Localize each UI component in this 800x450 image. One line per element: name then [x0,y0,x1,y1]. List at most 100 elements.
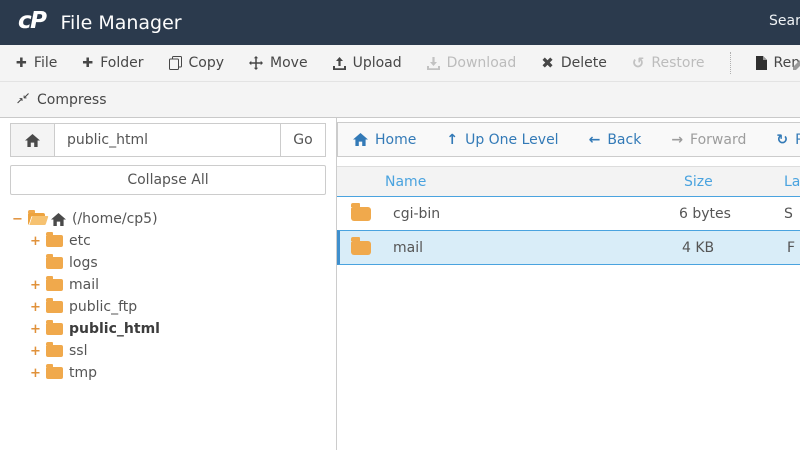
home-path-button[interactable] [10,123,55,157]
folder-icon [46,364,63,379]
home-icon [25,133,40,147]
tree-item-mail[interactable]: + mail [0,274,336,296]
expand-icon[interactable]: + [30,279,41,292]
navigation-toolbar: Home ↑ Up One Level ← Back → Forward ↻ R… [337,122,800,157]
folder-icon [46,320,63,335]
plus-icon: ✚ [82,55,94,71]
folder-icon [46,276,63,291]
go-button[interactable]: Go [281,123,326,157]
forward-arrow-icon: → [671,131,684,148]
content-area: Go Collapse All − (/home/cp5) + etc logs [0,118,800,450]
tree-item-label-selected[interactable]: public_html [69,321,160,337]
toolbar-row-2: ↙ ↗ Compress [0,82,800,118]
open-folder-icon [28,210,45,225]
tree-item-etc[interactable]: + etc [0,230,336,252]
nav-back-button[interactable]: ← Back [589,132,642,148]
tree-item-logs[interactable]: logs [0,252,336,274]
edit-icon-partial[interactable] [793,56,800,70]
folder-icon [46,298,63,313]
size-cell: 6 bytes [679,205,731,222]
folder-button[interactable]: ✚ Folder [82,55,143,71]
restore-button-label: Restore [651,55,705,71]
tree-item-label[interactable]: etc [69,233,91,249]
home-icon [51,212,66,226]
home-icon [353,133,368,146]
path-bar: Go [10,123,326,157]
tree-item-label[interactable]: logs [69,255,98,271]
move-button-label: Move [270,55,308,71]
tree-item-tmp[interactable]: + tmp [0,362,336,384]
compress-icon: ↙ ↗ [16,91,30,107]
file-name: mail [393,239,423,256]
upload-button[interactable]: Upload [332,55,402,71]
expand-icon[interactable]: + [30,301,41,314]
compress-button-label: Compress [37,91,107,108]
tree-item-ssl[interactable]: + ssl [0,340,336,362]
table-row-mail-selected[interactable]: mail 4 KB F [337,230,800,265]
tree-item-label[interactable]: tmp [69,365,97,381]
toolbar-row-1: ✚ File ✚ Folder Copy Move Upload Downloa… [0,45,800,82]
nav-forward-label: Forward [690,131,747,148]
name-cell: cgi-bin [337,202,677,222]
tree-item-public-ftp[interactable]: + public_ftp [0,296,336,318]
expand-icon[interactable]: + [30,323,41,336]
tree-root-home[interactable]: − (/home/cp5) [0,208,336,230]
restore-button: ↺ Restore [632,55,705,71]
nav-home-label: Home [375,131,417,148]
file-button[interactable]: ✚ File [16,55,57,71]
folder-icon [351,202,371,221]
download-button-label: Download [446,55,517,71]
column-header-last-modified[interactable]: Last Modified [784,174,800,190]
download-icon [426,56,440,70]
nav-back-label: Back [607,131,642,148]
up-arrow-icon: ↑ [446,131,459,148]
name-cell: mail [340,236,680,256]
page-title: File Manager [60,11,182,34]
file-list-panel: Home ↑ Up One Level ← Back → Forward ↻ R… [337,118,800,450]
table-header-row: Name Size Last Modified [337,166,800,197]
expand-icon[interactable]: + [30,367,41,380]
copy-button[interactable]: Copy [168,55,224,71]
rename-icon [755,56,767,70]
collapse-icon[interactable]: − [12,213,23,226]
folder-icon [351,236,371,255]
file-name: cgi-bin [393,205,441,222]
tree-root-label[interactable]: (/home/cp5) [72,211,158,227]
tree-item-public-html[interactable]: + public_html [0,318,336,340]
collapse-all-button[interactable]: Collapse All [10,165,326,195]
reload-icon: ↻ [776,131,789,148]
column-header-name[interactable]: Name [337,174,677,190]
copy-icon [168,56,182,70]
tree-item-label[interactable]: public_ftp [69,299,137,315]
header-search-link[interactable]: Search [769,13,800,29]
size-cell: 4 KB [682,239,715,256]
expand-icon[interactable]: + [30,345,41,358]
folder-icon [46,254,63,269]
upload-icon [332,56,346,70]
nav-up-label: Up One Level [465,131,559,148]
last-modified-cell: F [787,239,796,256]
delete-button-label: Delete [560,55,607,71]
delete-x-icon: ✖ [541,53,554,72]
tree-item-label[interactable]: mail [69,277,99,293]
folder-icon [46,342,63,357]
table-row-cgi-bin[interactable]: cgi-bin 6 bytes S [337,197,800,230]
move-button[interactable]: Move [249,55,308,71]
sidebar: Go Collapse All − (/home/cp5) + etc logs [0,118,337,450]
back-arrow-icon: ← [588,131,601,148]
move-icon [249,56,264,70]
download-button: Download [426,55,517,71]
tree-item-label[interactable]: ssl [69,343,87,359]
compress-button[interactable]: ↙ ↗ Compress [16,92,107,108]
nav-reload-label: Reload [795,131,800,148]
expand-icon[interactable]: + [30,235,41,248]
plus-icon: ✚ [16,55,27,71]
column-header-size[interactable]: Size [677,174,784,190]
last-modified-cell: S [784,205,793,222]
delete-button[interactable]: ✖ Delete [541,55,607,71]
nav-home-button[interactable]: Home [353,132,416,148]
nav-up-one-level-button[interactable]: ↑ Up One Level [446,132,558,148]
upload-button-label: Upload [352,55,402,71]
nav-reload-button[interactable]: ↻ Reload [776,132,800,148]
path-input[interactable] [55,123,281,157]
